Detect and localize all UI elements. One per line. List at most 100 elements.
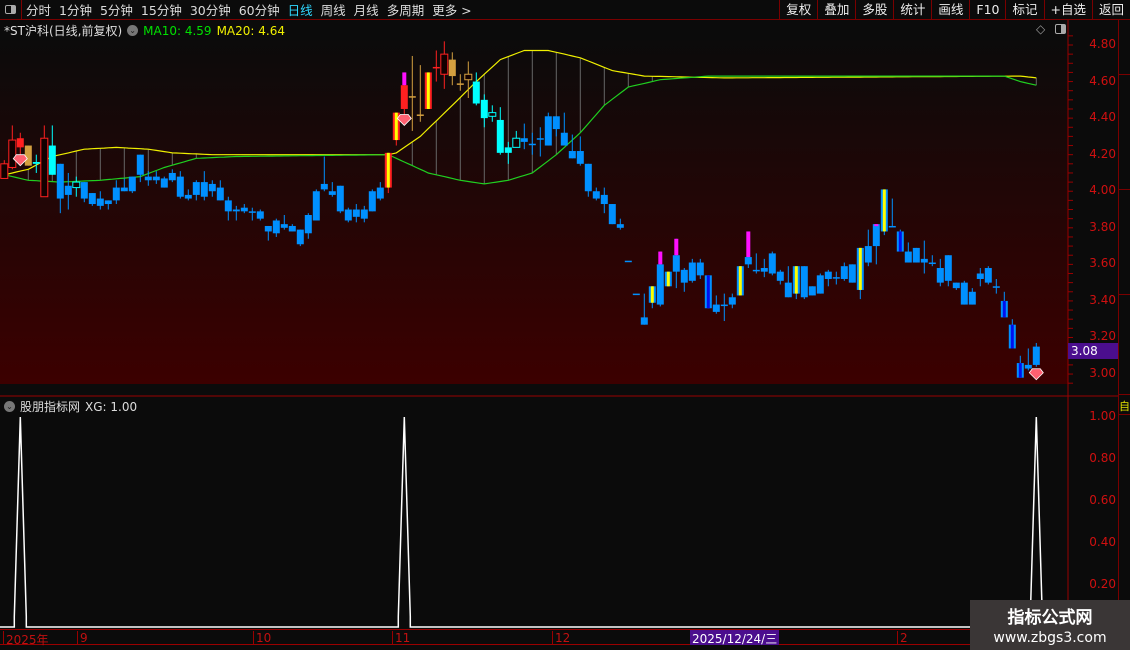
candle-highlight-stripe [666, 271, 670, 287]
ma20-label: MA20: 4.64 [216, 23, 285, 38]
toolbar-button[interactable]: 返回 [1091, 0, 1130, 20]
candle [632, 293, 640, 296]
panel-toggle-icon[interactable] [1055, 24, 1066, 34]
period-tab[interactable]: 多周期 [383, 0, 429, 19]
period-tab[interactable]: 15分钟 [137, 0, 186, 19]
chevron-down-icon[interactable]: ⌄ [127, 25, 139, 36]
candle-body [1032, 346, 1040, 365]
diamond-icon[interactable]: ◇ [1036, 22, 1045, 36]
panel-toggle-icon[interactable] [0, 0, 22, 20]
candle-body [840, 266, 848, 279]
candle-body [176, 176, 184, 197]
time-axis-highlight: 2025/12/24/三 [690, 630, 780, 646]
candle-body [624, 260, 632, 263]
candle-body [928, 262, 936, 265]
candle-body [368, 191, 376, 212]
toolbar-button[interactable]: 复权 [779, 0, 817, 20]
candle [800, 266, 808, 300]
candle-body [96, 198, 104, 206]
candle-body [280, 224, 288, 228]
chart-canvas[interactable] [0, 0, 1130, 650]
candle-body [960, 282, 968, 305]
candle [624, 260, 632, 263]
candle-body [360, 209, 368, 219]
candle-body [160, 178, 168, 188]
period-tab[interactable]: 分时 [22, 0, 55, 19]
candle [24, 145, 32, 166]
candle [608, 204, 616, 225]
candle [896, 229, 904, 252]
candle-body [824, 271, 832, 279]
period-tab[interactable]: 30分钟 [186, 0, 235, 19]
chevron-down-icon[interactable]: ⌄ [4, 401, 15, 412]
right-side-strip: 自 [1118, 20, 1130, 630]
candle-body [952, 282, 960, 289]
candle-body [1024, 364, 1032, 369]
watermark-name: 指标公式网 [1007, 608, 1093, 628]
candle-body [352, 209, 360, 217]
toolbar-button[interactable]: 标记 [1005, 0, 1043, 20]
price-axis-label: 4.80 [1089, 37, 1116, 51]
candle-body [144, 176, 152, 181]
toolbar-button[interactable]: 画线 [931, 0, 969, 20]
candle-body [968, 291, 976, 305]
candle-magenta-wick [658, 251, 663, 265]
candle-body [632, 293, 640, 296]
toolbar-button[interactable]: 统计 [893, 0, 931, 20]
period-tab[interactable]: 5分钟 [96, 0, 137, 19]
candle-body [112, 187, 120, 201]
candle-body [720, 304, 728, 307]
candle-body [680, 269, 688, 283]
candle-body [8, 139, 17, 168]
candle-body [224, 200, 232, 212]
period-tab[interactable]: 月线 [350, 0, 383, 19]
toolbar-button[interactable]: 叠加 [817, 0, 855, 20]
candle-body [776, 271, 784, 281]
candle-body [184, 194, 192, 199]
period-tab[interactable]: 1分钟 [55, 0, 96, 19]
candle [88, 193, 96, 206]
side-tab[interactable] [1119, 295, 1130, 395]
candle [848, 264, 856, 283]
candle-highlight-stripe [386, 152, 390, 188]
side-tab[interactable] [1119, 190, 1130, 295]
candle-body [768, 253, 776, 274]
price-axis-label: 4.40 [1089, 110, 1116, 125]
candle-magenta-wick [874, 224, 879, 227]
period-tab[interactable]: 60分钟 [235, 0, 284, 19]
candle-body [920, 258, 928, 263]
candle-body [432, 66, 440, 69]
candle-body [80, 182, 88, 199]
side-tab-label[interactable]: 自 [1119, 398, 1130, 416]
candle-highlight-stripe [738, 266, 742, 296]
candle-body [56, 163, 64, 199]
toolbar-button[interactable]: +自选 [1043, 0, 1092, 20]
time-axis-label: 2 [897, 631, 908, 645]
period-tab[interactable]: 周线 [317, 0, 350, 19]
candle-body [800, 266, 808, 298]
candle-body [168, 172, 176, 181]
candle-body [784, 282, 792, 298]
toolbar-right-buttons: 复权 叠加 多股 统计 画线 F10 标记 +自选 返回 [779, 0, 1130, 20]
indicator-axis-label: 0.80 [1089, 451, 1116, 465]
candle-body [456, 83, 464, 85]
indicator-title: ⌄ 股朋指标网 XG: 1.00 [4, 398, 137, 415]
candle-body [576, 151, 584, 164]
candle-body [264, 225, 272, 232]
candle-body [64, 185, 72, 195]
period-tab[interactable]: 日线 [284, 0, 317, 19]
side-tab[interactable] [1119, 20, 1130, 75]
candle [984, 266, 992, 285]
candle-body [816, 275, 824, 294]
side-tab[interactable] [1119, 75, 1130, 190]
candle-body [592, 191, 600, 199]
candle-body [528, 143, 536, 146]
period-tab[interactable]: 更多 > [428, 0, 475, 19]
candle-body [672, 255, 680, 272]
toolbar-button[interactable]: 多股 [855, 0, 893, 20]
candle-body [320, 183, 328, 190]
candle-body [656, 264, 664, 305]
toolbar-button[interactable]: F10 [969, 0, 1005, 20]
candle-body [216, 187, 224, 201]
indicator-value: XG: 1.00 [85, 399, 138, 414]
